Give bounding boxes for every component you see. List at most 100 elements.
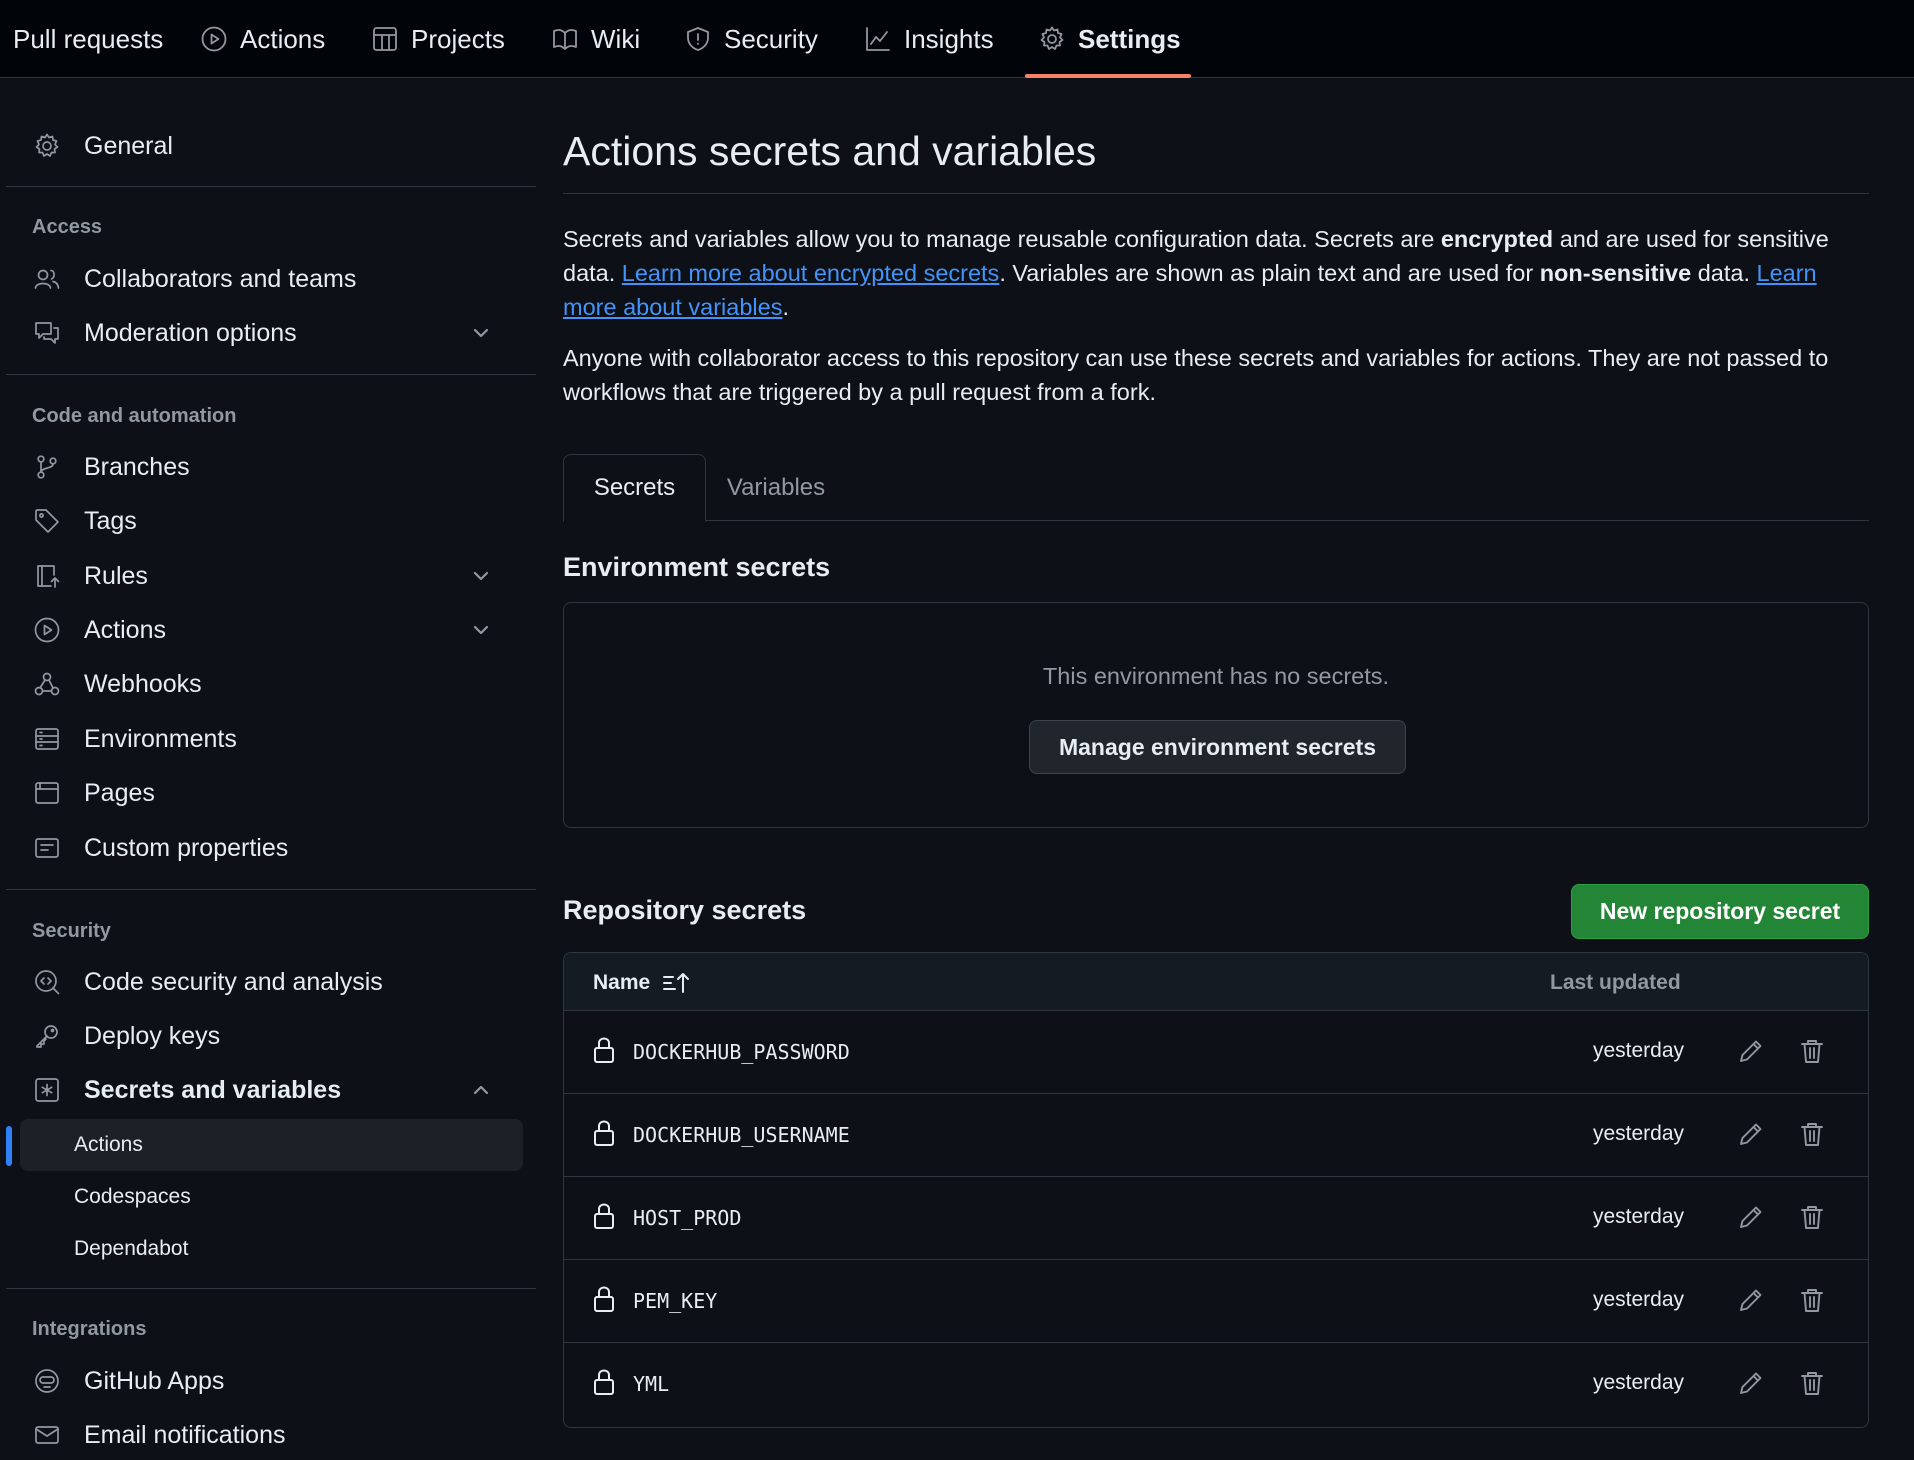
mail-icon [35,1426,59,1444]
sidebar-subitem-dependabot[interactable]: Dependabot [20,1223,523,1275]
secret-name: HOST_PROD [633,1206,742,1230]
sidebar-item-tags[interactable]: Tags [20,496,520,546]
tab-label: Actions [240,23,326,54]
lock-icon [594,1286,614,1312]
edit-secret-button[interactable] [1737,1286,1767,1316]
edit-secret-button[interactable] [1737,1369,1767,1399]
secret-updated: yesterday [1592,1288,1684,1311]
secret-updated: yesterday [1592,1039,1684,1062]
tab-insights[interactable]: Insights [864,0,994,78]
button-label: New repository secret [1599,898,1841,924]
tab-variables[interactable]: Variables [711,454,841,522]
pencil-icon [1740,1123,1762,1145]
secret-updated: yesterday [1592,1205,1684,1228]
learn-secrets-link[interactable]: Learn more about encrypted secrets [622,260,1000,286]
sidebar-item-label: Environments [84,724,237,753]
tab-wiki[interactable]: Wiki [551,0,640,78]
sidebar-item-label: Actions [84,615,166,644]
divider [6,374,536,375]
delete-secret-button[interactable] [1798,1037,1828,1067]
table-row: YML yesterday [564,1343,1868,1426]
table-row: DOCKERHUB_PASSWORD yesterday [564,1011,1868,1094]
secret-name: PEM_KEY [633,1289,718,1313]
people-icon [34,269,60,289]
delete-secret-button[interactable] [1798,1120,1828,1150]
delete-secret-button[interactable] [1798,1286,1828,1316]
trash-icon [1801,1206,1823,1229]
lock-icon [594,1203,614,1229]
gear-icon [1040,26,1064,50]
tab-security[interactable]: Security [684,0,818,78]
intro-text: data. [1691,260,1757,286]
secret-name: YML [633,1372,670,1396]
tab-label: Wiki [591,23,641,54]
sidebar-subitem-label: Codespaces [74,1185,191,1208]
sidebar-item-label: Email notifications [84,1420,286,1449]
tab-settings[interactable]: Settings [1038,0,1181,78]
sidebar-item-pages[interactable]: Pages [20,768,520,818]
repo-push-icon [37,565,60,588]
secrets-variables-tabs: Secrets Variables [563,454,1869,522]
name-column-header[interactable]: Name [593,970,692,996]
key-icon [36,1025,58,1048]
trash-icon [1801,1289,1823,1312]
environment-secrets-title: Environment secrets [563,552,831,582]
tab-label: Settings [1078,23,1181,54]
sidebar-item-branches[interactable]: Branches [20,442,520,492]
sidebar-item-secrets-variables[interactable]: Secrets and variables [20,1065,520,1115]
table-icon [373,27,397,51]
edit-secret-button[interactable] [1737,1120,1767,1150]
sidebar-item-moderation[interactable]: Moderation options [20,308,520,358]
tab-label: Pull requests [13,23,164,54]
hubot-icon [35,1369,59,1393]
chevron-down-icon [473,625,489,635]
sidebar-item-custom-properties[interactable]: Custom properties [20,823,520,873]
sidebar-item-collaborators[interactable]: Collaborators and teams [20,254,520,304]
tab-projects[interactable]: Projects [371,0,505,78]
tab-secrets[interactable]: Secrets [563,454,706,522]
sidebar-item-rules[interactable]: Rules [20,551,520,601]
secret-updated: yesterday [1592,1371,1684,1394]
new-repository-secret-button[interactable]: New repository secret [1571,884,1869,939]
button-label: Manage environment secrets [1058,733,1376,760]
tab-actions[interactable]: Actions [200,0,325,78]
gear-icon [35,133,59,157]
divider [6,889,536,890]
manage-environment-secrets-button[interactable]: Manage environment secrets [1029,720,1406,774]
sidebar-item-environments[interactable]: Environments [20,714,520,764]
section-heading-integrations: Integrations [32,1318,147,1340]
intro-text: Secrets and variables allow you to manag… [563,226,1441,252]
sidebar-item-webhooks[interactable]: Webhooks [20,659,520,709]
section-heading-security: Security [32,920,111,942]
sidebar-item-deploy-keys[interactable]: Deploy keys [20,1011,520,1061]
tab-pull-requests[interactable]: Pull requests [13,0,163,78]
play-icon [201,26,227,52]
sidebar-item-email-notifications[interactable]: Email notifications [20,1410,520,1460]
intro-text: . Variables are shown as plain text and … [999,260,1540,286]
sidebar-item-label: Pages [84,778,155,807]
sidebar-subitem-actions[interactable]: Actions [20,1119,523,1171]
edit-secret-button[interactable] [1737,1203,1767,1233]
divider [563,193,1869,194]
delete-secret-button[interactable] [1798,1203,1828,1233]
empty-state-text: This environment has no secrets. [1042,663,1390,689]
sidebar-item-code-security[interactable]: Code security and analysis [20,957,520,1007]
sidebar-subitem-label: Dependabot [74,1237,189,1260]
delete-secret-button[interactable] [1798,1369,1828,1399]
note-icon [35,838,59,858]
divider [6,186,536,187]
sidebar-item-general[interactable]: General [20,121,520,171]
sort-asc-icon [663,973,690,993]
chevron-up-icon [473,1085,489,1095]
edit-secret-button[interactable] [1737,1037,1767,1067]
pencil-icon [1740,1206,1762,1228]
sidebar-item-github-apps[interactable]: GitHub Apps [20,1356,520,1406]
sidebar-item-label: General [84,131,173,160]
sidebar-item-actions[interactable]: Actions [20,605,520,655]
pencil-icon [1740,1289,1762,1311]
webhook-icon [34,672,60,696]
sidebar-item-label: Deploy keys [84,1021,221,1050]
sidebar-subitem-codespaces[interactable]: Codespaces [20,1171,523,1223]
repo-nav: Pull requests Actions Projects Wiki Secu… [0,0,1914,78]
chevron-down-icon [473,328,489,338]
